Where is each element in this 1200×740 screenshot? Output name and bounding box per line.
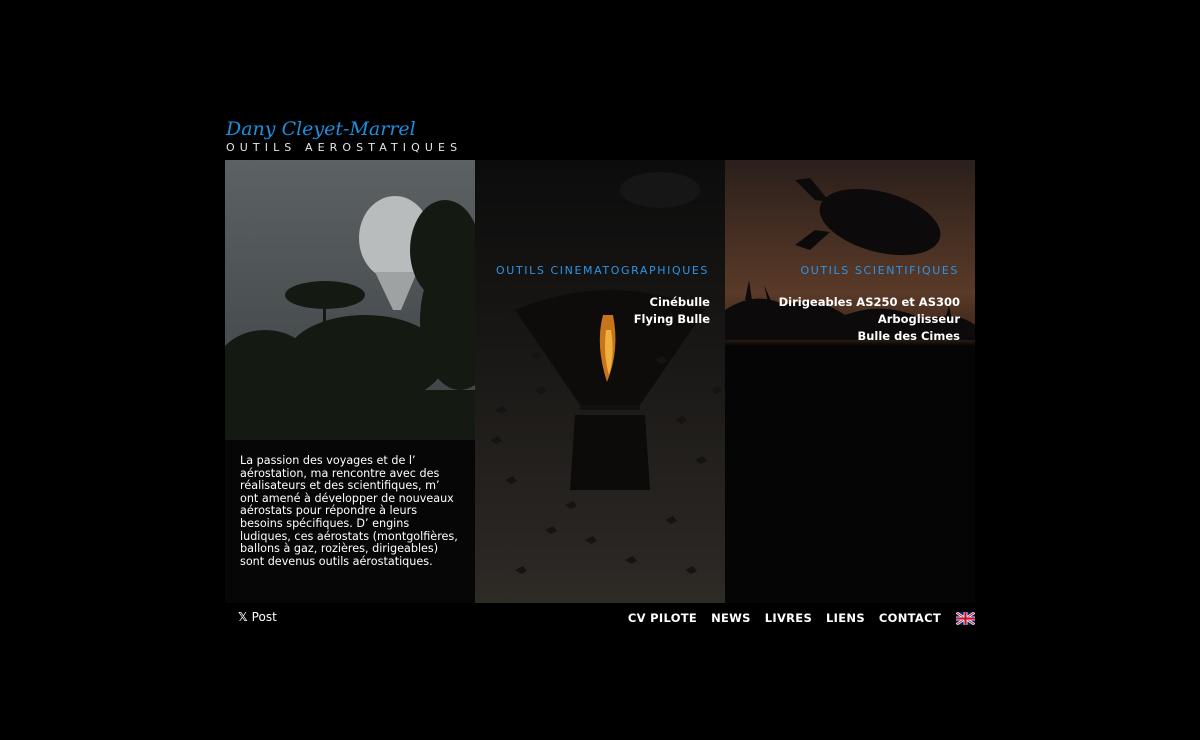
post-label: Post [251, 610, 277, 624]
link-dirigeables[interactable]: Dirigeables AS250 et AS300 [779, 294, 960, 311]
nav-contact[interactable]: CONTACT [879, 611, 941, 625]
uk-flag-icon[interactable] [955, 610, 976, 626]
panels: La passion des voyages et de l’ aérostat… [225, 160, 975, 603]
nav-livres[interactable]: LIVRES [765, 611, 812, 625]
panel-cinema: OUTILS CINEMATOGRAPHIQUES Cinébulle Flyi… [475, 160, 725, 603]
main-nav: CV PILOTE NEWS LIVRES LIENS CONTACT [614, 610, 976, 626]
link-flying-bulle[interactable]: Flying Bulle [634, 311, 710, 328]
cinema-links: Cinébulle Flying Bulle [634, 294, 710, 328]
link-cinebulle[interactable]: Cinébulle [634, 294, 710, 311]
logo-subtitle: OUTILS AEROSTATIQUES [226, 141, 463, 154]
logo-name[interactable]: Dany Cleyet-Marrel [226, 118, 416, 140]
panel-intro: La passion des voyages et de l’ aérostat… [225, 160, 475, 603]
balloon-bats-photo [475, 160, 725, 603]
nav-news[interactable]: NEWS [711, 611, 751, 625]
link-bulle-des-cimes[interactable]: Bulle des Cimes [779, 328, 960, 345]
science-section-title: OUTILS SCIENTIFIQUES [800, 264, 959, 277]
cinema-section-title: OUTILS CINEMATOGRAPHIQUES [496, 264, 709, 277]
dirigible-sunset-photo [725, 160, 975, 603]
nav-liens[interactable]: LIENS [826, 611, 865, 625]
site-header: Dany Cleyet-Marrel OUTILS AEROSTATIQUES [226, 118, 526, 158]
panel-science: OUTILS SCIENTIFIQUES Dirigeables AS250 e… [725, 160, 975, 603]
x-post-button[interactable]: 𝕏 Post [238, 610, 277, 624]
science-links: Dirigeables AS250 et AS300 Arboglisseur … [779, 294, 960, 345]
x-logo-icon: 𝕏 [238, 610, 248, 624]
nav-cv-pilote[interactable]: CV PILOTE [628, 611, 697, 625]
intro-text: La passion des voyages et de l’ aérostat… [240, 454, 458, 568]
link-arboglisseur[interactable]: Arboglisseur [779, 311, 960, 328]
